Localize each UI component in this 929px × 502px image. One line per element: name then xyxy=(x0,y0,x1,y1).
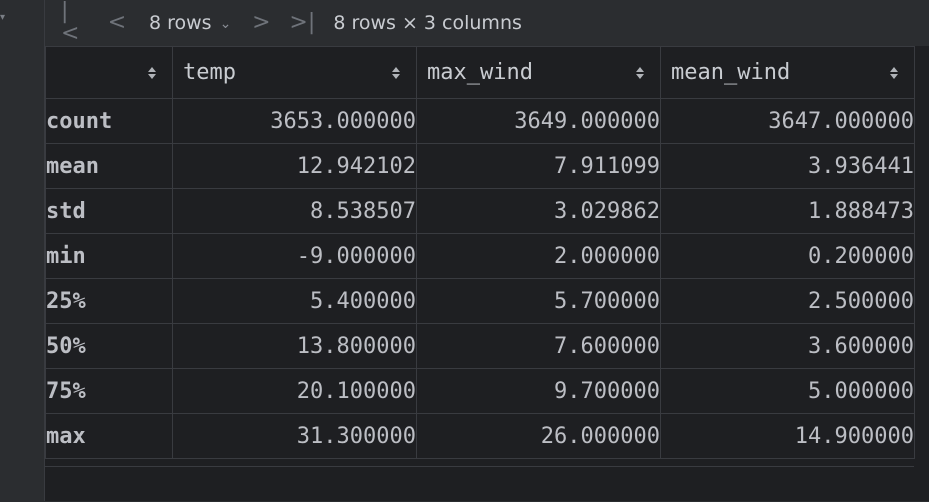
table-row: 25% 5.400000 5.700000 2.500000 xyxy=(45,278,915,324)
table-row: max 31.300000 26.000000 14.900000 xyxy=(45,413,915,459)
table-cell[interactable]: 14.900000 xyxy=(660,413,915,459)
row-label[interactable]: std xyxy=(45,188,173,234)
row-label[interactable]: 50% xyxy=(45,323,173,369)
table-cell[interactable]: 0.200000 xyxy=(660,233,915,279)
table-cell[interactable]: 2.000000 xyxy=(416,233,661,279)
header-row: temp max_wind mean_wind xyxy=(45,46,915,99)
row-label[interactable]: 25% xyxy=(45,278,173,324)
data-grid: temp max_wind mean_wind count 3653.00000… xyxy=(45,46,929,501)
sort-icon[interactable] xyxy=(392,66,400,79)
table-cell[interactable]: 5.000000 xyxy=(660,368,915,414)
table-cell[interactable]: 13.800000 xyxy=(172,323,417,369)
collapse-caret-icon[interactable]: ▾ xyxy=(0,12,5,23)
previous-page-icon[interactable]: < xyxy=(107,12,127,34)
table-cell[interactable]: 3647.000000 xyxy=(660,98,915,144)
column-header-mean-wind[interactable]: mean_wind xyxy=(660,46,915,99)
column-header-label: mean_wind xyxy=(671,60,791,85)
table-cell[interactable]: 3649.000000 xyxy=(416,98,661,144)
table-row: 75% 20.100000 9.700000 5.000000 xyxy=(45,368,915,414)
table-cell[interactable]: 1.888473 xyxy=(660,188,915,234)
table-cell[interactable]: 3.029862 xyxy=(416,188,661,234)
row-label[interactable]: max xyxy=(45,413,173,459)
table-cell[interactable]: 3.936441 xyxy=(660,143,915,189)
empty-grid-area xyxy=(45,466,914,502)
rows-per-page-select[interactable]: 8 rows ⌄ xyxy=(149,12,231,34)
describe-table: temp max_wind mean_wind count 3653.00000… xyxy=(45,46,915,459)
chevron-down-icon: ⌄ xyxy=(219,16,232,32)
table-row: count 3653.000000 3649.000000 3647.00000… xyxy=(45,98,915,144)
last-page-icon[interactable]: >| xyxy=(289,12,315,34)
table-cell[interactable]: 26.000000 xyxy=(416,413,661,459)
table-row: mean 12.942102 7.911099 3.936441 xyxy=(45,143,915,189)
table-toolbar: |< < 8 rows ⌄ > >| 8 rows × 3 columns xyxy=(45,0,929,46)
table-row: 50% 13.800000 7.600000 3.600000 xyxy=(45,323,915,369)
table-cell[interactable]: 2.500000 xyxy=(660,278,915,324)
table-cell[interactable]: 7.600000 xyxy=(416,323,661,369)
table-cell[interactable]: -9.000000 xyxy=(172,233,417,279)
first-page-icon[interactable]: |< xyxy=(61,1,85,45)
table-cell[interactable]: 5.700000 xyxy=(416,278,661,324)
row-label[interactable]: count xyxy=(45,98,173,144)
table-cell[interactable]: 3.600000 xyxy=(660,323,915,369)
table-row: std 8.538507 3.029862 1.888473 xyxy=(45,188,915,234)
table-cell[interactable]: 3653.000000 xyxy=(172,98,417,144)
table-cell[interactable]: 20.100000 xyxy=(172,368,417,414)
sort-icon[interactable] xyxy=(148,66,156,79)
column-header-label: max_wind xyxy=(427,60,533,85)
column-header-temp[interactable]: temp xyxy=(172,46,417,99)
column-header-max-wind[interactable]: max_wind xyxy=(416,46,661,99)
sort-icon[interactable] xyxy=(890,66,898,79)
row-label[interactable]: 75% xyxy=(45,368,173,414)
index-column-header[interactable] xyxy=(45,46,173,99)
table-cell[interactable]: 5.400000 xyxy=(172,278,417,324)
table-cell[interactable]: 9.700000 xyxy=(416,368,661,414)
left-gutter: ▾ xyxy=(0,0,45,501)
sort-icon[interactable] xyxy=(636,66,644,79)
table-dimensions-label: 8 rows × 3 columns xyxy=(333,12,522,34)
table-cell[interactable]: 12.942102 xyxy=(172,143,417,189)
table-row: min -9.000000 2.000000 0.200000 xyxy=(45,233,915,279)
column-header-label: temp xyxy=(183,60,236,85)
table-cell[interactable]: 7.911099 xyxy=(416,143,661,189)
row-label[interactable]: mean xyxy=(45,143,173,189)
table-cell[interactable]: 31.300000 xyxy=(172,413,417,459)
rows-per-page-label: 8 rows xyxy=(149,12,212,34)
row-label[interactable]: min xyxy=(45,233,173,279)
next-page-icon[interactable]: > xyxy=(251,12,271,34)
table-cell[interactable]: 8.538507 xyxy=(172,188,417,234)
